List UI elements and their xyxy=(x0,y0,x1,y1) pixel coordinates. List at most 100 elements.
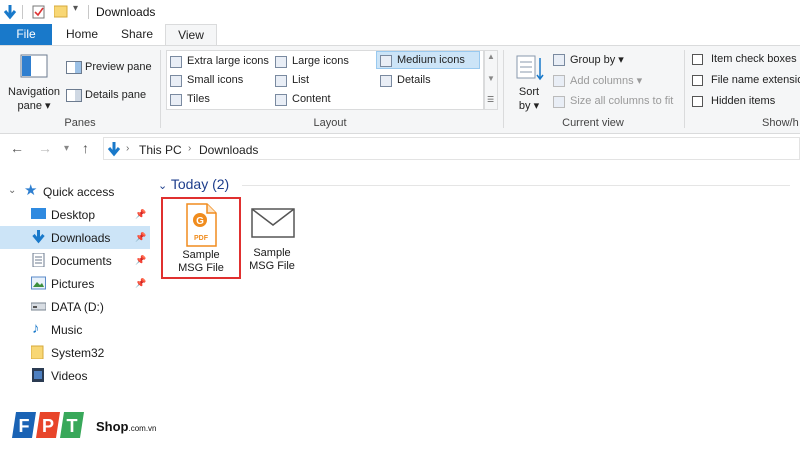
sidebar-item-downloads[interactable]: Downloads 📌 xyxy=(0,226,150,249)
sidebar-item-system32[interactable]: System32 xyxy=(0,341,150,364)
breadcrumb-this-pc[interactable]: This PC xyxy=(139,143,182,157)
content-icon xyxy=(275,94,287,106)
downloads-icon xyxy=(107,142,121,157)
svg-text:PDF: PDF xyxy=(194,235,209,242)
checkbox-icon xyxy=(692,96,703,107)
svg-text:G: G xyxy=(196,216,204,227)
ribbon-tabs: File Home Share View xyxy=(0,24,800,46)
sidebar-item-videos[interactable]: Videos xyxy=(0,364,150,387)
sidebar-item-label: Documents xyxy=(51,254,112,268)
sidebar-item-label: Downloads xyxy=(51,231,111,245)
pin-icon[interactable]: 📌 xyxy=(135,278,146,289)
sidebar-item-label: Music xyxy=(51,323,83,337)
documents-icon xyxy=(32,253,45,267)
sidebar-item-music[interactable]: ♪ Music xyxy=(0,318,150,341)
customize-toolbar-icon[interactable]: ▾ xyxy=(73,3,78,14)
details-icon xyxy=(380,75,392,87)
file-name: Sample MSG File xyxy=(161,249,241,275)
layout-item-label: Small icons xyxy=(187,74,244,86)
sidebar-item-data-drive[interactable]: DATA (D:) xyxy=(0,295,150,318)
music-icon: ♪ xyxy=(32,320,40,337)
back-arrow-icon[interactable]: ← xyxy=(10,140,24,156)
separator xyxy=(88,5,89,19)
sidebar-item-label: Desktop xyxy=(51,208,96,222)
sidebar-item-documents[interactable]: Documents 📌 xyxy=(0,249,150,272)
pdf-icon: G PDF xyxy=(186,203,217,247)
address-bar[interactable]: › This PC › Downloads xyxy=(103,137,800,160)
chevron-right-icon: › xyxy=(126,143,130,154)
sidebar-item-quick-access[interactable]: ⌄ ★ Quick access xyxy=(0,180,150,203)
layout-medium-icons[interactable]: Medium icons xyxy=(376,51,480,69)
fpt-logo-letter-t: T xyxy=(67,416,78,436)
up-arrow-icon[interactable]: ↑ xyxy=(82,140,89,156)
navigation-pane-label-2: pane ▾ xyxy=(17,100,51,112)
folder-icon xyxy=(31,345,44,359)
sidebar-item-label: DATA (D:) xyxy=(51,300,104,314)
checkbox-icon xyxy=(692,75,703,86)
more-icon[interactable]: ☰ xyxy=(487,95,494,104)
layout-item-label: Medium icons xyxy=(397,54,465,66)
shop-suffix: .com.vn xyxy=(128,424,157,433)
file-name-line1: Sample xyxy=(253,247,291,259)
tab-share[interactable]: Share xyxy=(113,24,161,46)
add-columns-icon xyxy=(553,75,565,87)
sort-by-button[interactable]: Sort by ▾ xyxy=(510,52,548,114)
file-item-pdf[interactable]: G PDF Sample MSG File xyxy=(161,197,241,279)
scroll-down-icon[interactable]: ▼ xyxy=(487,74,495,83)
layout-scrollbar[interactable]: ▲ ▼ ☰ xyxy=(484,50,498,110)
sidebar-item-pictures[interactable]: Pictures 📌 xyxy=(0,272,150,295)
small-icons-icon xyxy=(170,75,182,87)
tab-home[interactable]: Home xyxy=(58,24,106,46)
details-pane-label: Details pane xyxy=(85,89,147,101)
forward-arrow-icon[interactable]: → xyxy=(38,140,52,156)
medium-icons-icon xyxy=(380,55,392,67)
chevron-down-icon[interactable]: ⌄ xyxy=(158,180,167,192)
chevron-right-icon: › xyxy=(188,143,192,154)
preview-pane-label: Preview pane xyxy=(85,61,152,73)
tab-file[interactable]: File xyxy=(0,24,52,46)
tiles-icon xyxy=(170,94,182,106)
star-icon: ★ xyxy=(24,182,38,199)
new-folder-icon[interactable] xyxy=(54,4,68,18)
ribbon: Navigation pane ▾ Preview pane Details p… xyxy=(0,45,800,134)
layout-item-label: Details xyxy=(397,74,431,86)
separator xyxy=(22,5,23,19)
properties-icon[interactable] xyxy=(32,4,46,19)
tab-view[interactable]: View xyxy=(165,24,217,46)
item-check-boxes-label: Item check boxes xyxy=(711,53,797,65)
group-by-icon xyxy=(553,54,565,66)
pin-icon[interactable]: 📌 xyxy=(135,209,146,220)
size-all-columns-label: Size all columns to fit xyxy=(570,95,674,107)
down-arrow-icon[interactable] xyxy=(3,4,17,20)
sidebar-item-label: Videos xyxy=(51,369,88,383)
recent-locations-icon[interactable]: ▾ xyxy=(64,143,69,154)
pin-icon[interactable]: 📌 xyxy=(135,232,146,243)
file-name-line2: MSG File xyxy=(178,262,224,274)
layout-item-label: Extra large icons xyxy=(187,55,269,67)
videos-icon xyxy=(32,368,44,382)
scroll-up-icon[interactable]: ▲ xyxy=(487,52,495,61)
window-title: Downloads xyxy=(96,5,156,19)
shop-text: Shop.com.vn xyxy=(96,419,157,434)
pictures-icon xyxy=(31,276,46,290)
group-header-label: Today (2) xyxy=(170,176,230,192)
sort-label-2: by ▾ xyxy=(518,100,540,112)
file-item-msg[interactable]: Sample MSG File xyxy=(232,197,312,279)
downloads-icon xyxy=(32,230,45,244)
navigation-pane-label: Navigation xyxy=(8,86,60,98)
group-header[interactable]: ⌄ Today (2) xyxy=(158,176,229,192)
file-name-line2: MSG File xyxy=(249,260,295,272)
group-divider xyxy=(242,185,790,186)
sidebar-item-label: Quick access xyxy=(43,185,115,199)
breadcrumb-downloads[interactable]: Downloads xyxy=(199,143,258,157)
navigation-pane-button[interactable]: Navigation pane ▾ xyxy=(8,52,60,112)
layout-item-label: List xyxy=(292,74,310,86)
chevron-down-icon[interactable]: ⌄ xyxy=(8,185,16,196)
file-name-extensions-label: File name extensio xyxy=(711,74,800,86)
shop-label: Shop xyxy=(96,419,129,434)
group-by-label: Group by ▾ xyxy=(570,54,624,66)
add-columns-label: Add columns ▾ xyxy=(570,75,643,87)
pin-icon[interactable]: 📌 xyxy=(135,255,146,266)
sidebar-item-desktop[interactable]: Desktop 📌 xyxy=(0,203,150,226)
large-icons-icon xyxy=(275,56,287,68)
